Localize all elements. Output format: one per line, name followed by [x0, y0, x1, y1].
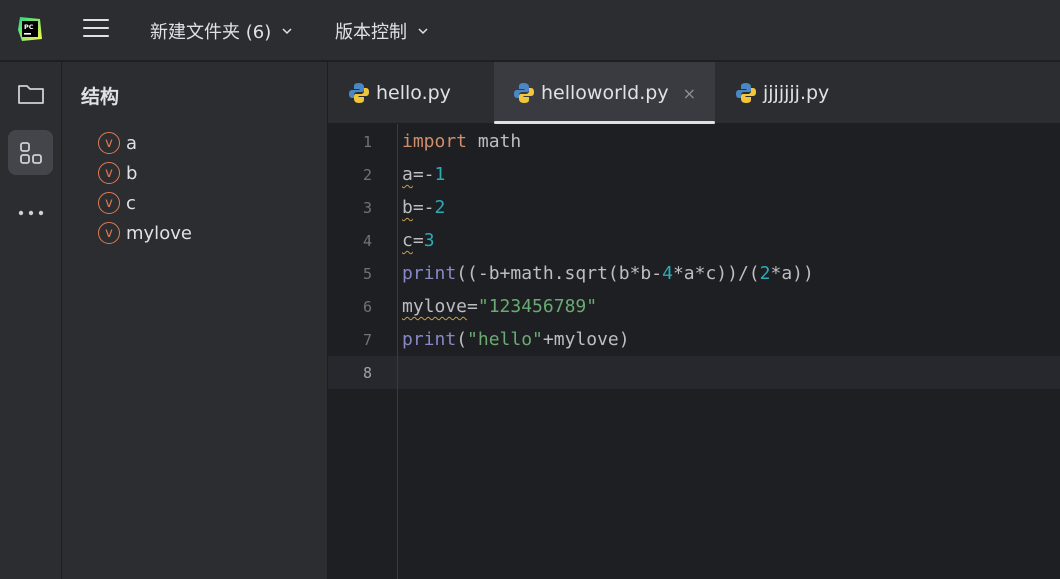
current-line-highlight — [328, 356, 1060, 389]
code-token: = — [467, 296, 478, 317]
code-token: =- — [412, 164, 435, 185]
folder-icon — [17, 84, 44, 104]
structure-item-a[interactable]: v a — [98, 128, 192, 158]
tab-jjjjjjj-py[interactable]: jjjjjjj.py — [715, 62, 855, 124]
tool-window-strip — [0, 62, 62, 579]
more-tools-button[interactable] — [8, 190, 53, 235]
code-token: mylove — [402, 296, 468, 317]
structure-tool-button[interactable] — [8, 130, 53, 175]
editor-tab-bar: hello.py helloworld.py × jjjjjjj.py — [328, 62, 1060, 124]
code-line[interactable]: b=-2 — [402, 197, 445, 218]
code-line[interactable]: a=-1 — [402, 164, 445, 185]
code-token: ( — [456, 329, 468, 350]
code-token: "123456789" — [477, 296, 598, 317]
project-dropdown[interactable]: 新建文件夹 (6) — [150, 18, 293, 44]
variable-icon: v — [98, 162, 120, 184]
chevron-down-icon — [418, 28, 428, 35]
variable-icon: v — [98, 192, 120, 214]
project-dropdown-label: 新建文件夹 (6) — [150, 22, 272, 43]
code-token: = — [412, 230, 424, 251]
vcs-dropdown[interactable]: 版本控制 — [335, 18, 429, 44]
code-line[interactable]: c=3 — [402, 230, 435, 251]
code-token: =- — [412, 197, 435, 218]
code-editor[interactable]: 12345678 import math a=-1 b=-2 c=3 print((-b… — [328, 124, 1060, 579]
code-token: print — [402, 329, 457, 350]
python-icon — [736, 83, 756, 103]
code-token: c — [402, 230, 413, 251]
line-number: 5 — [362, 265, 372, 283]
structure-item-label: a — [126, 132, 138, 154]
code-token: *a)) — [770, 263, 814, 284]
code-token: +mylove) — [542, 329, 630, 350]
code-token: 1 — [434, 164, 446, 185]
code-token: print — [402, 263, 457, 284]
structure-tree: v a v b v c v mylove — [98, 128, 192, 248]
code-line[interactable]: print((-b+math.sqrt(b*b-4*a*c))/(2*a)) — [402, 263, 814, 284]
structure-item-c[interactable]: v c — [98, 188, 192, 218]
code-token: 3 — [423, 230, 435, 251]
code-line[interactable]: mylove="123456789" — [402, 296, 597, 317]
code-token: 2 — [759, 263, 771, 284]
code-token: 4 — [662, 263, 673, 284]
line-number: 1 — [362, 133, 372, 151]
structure-item-label: b — [126, 162, 138, 184]
code-line[interactable]: print("hello"+mylove) — [402, 329, 630, 350]
code-line[interactable]: import math — [402, 131, 521, 152]
variable-icon: v — [98, 132, 120, 154]
structure-panel: 结构 v a v b v c v mylove — [62, 62, 328, 579]
code-token: ((-b+math.sqrt(b*b- — [456, 263, 663, 284]
code-token: a — [402, 164, 413, 185]
code-token: "hello" — [467, 329, 543, 350]
line-number: 4 — [362, 232, 372, 250]
main-menu-button[interactable] — [83, 19, 109, 41]
tab-label: helloworld.py — [541, 82, 669, 104]
line-number: 3 — [362, 199, 372, 217]
chevron-down-icon — [282, 28, 292, 35]
line-number: 8 — [362, 364, 372, 382]
variable-icon: v — [98, 222, 120, 244]
pycharm-logo-icon[interactable]: PC — [17, 16, 43, 42]
tab-label: jjjjjjj.py — [763, 82, 830, 104]
more-icon — [18, 210, 43, 215]
close-icon[interactable]: × — [683, 84, 696, 103]
project-tool-button[interactable] — [8, 71, 53, 116]
python-icon — [349, 83, 369, 103]
line-number-gutter — [328, 124, 398, 579]
structure-item-mylove[interactable]: v mylove — [98, 218, 192, 248]
code-token: *a*c))/( — [672, 263, 760, 284]
python-icon — [514, 83, 534, 103]
line-number: 2 — [362, 166, 372, 184]
structure-item-label: c — [126, 192, 136, 214]
line-number: 7 — [362, 331, 372, 349]
code-token: math — [467, 131, 522, 152]
code-token: import — [402, 131, 468, 152]
tab-hello-py[interactable]: hello.py — [328, 62, 494, 124]
structure-item-b[interactable]: v b — [98, 158, 192, 188]
tab-helloworld-py[interactable]: helloworld.py × — [494, 62, 715, 124]
code-token: b — [402, 197, 413, 218]
vcs-dropdown-label: 版本控制 — [335, 22, 407, 43]
structure-item-label: mylove — [126, 222, 192, 244]
svg-text:PC: PC — [24, 23, 34, 31]
code-token: 2 — [434, 197, 446, 218]
structure-icon — [19, 141, 42, 164]
line-number: 6 — [362, 298, 372, 316]
main-toolbar: PC 新建文件夹 (6) 版本控制 — [0, 0, 1060, 61]
structure-panel-title: 结构 — [81, 86, 120, 108]
tab-label: hello.py — [376, 82, 451, 104]
